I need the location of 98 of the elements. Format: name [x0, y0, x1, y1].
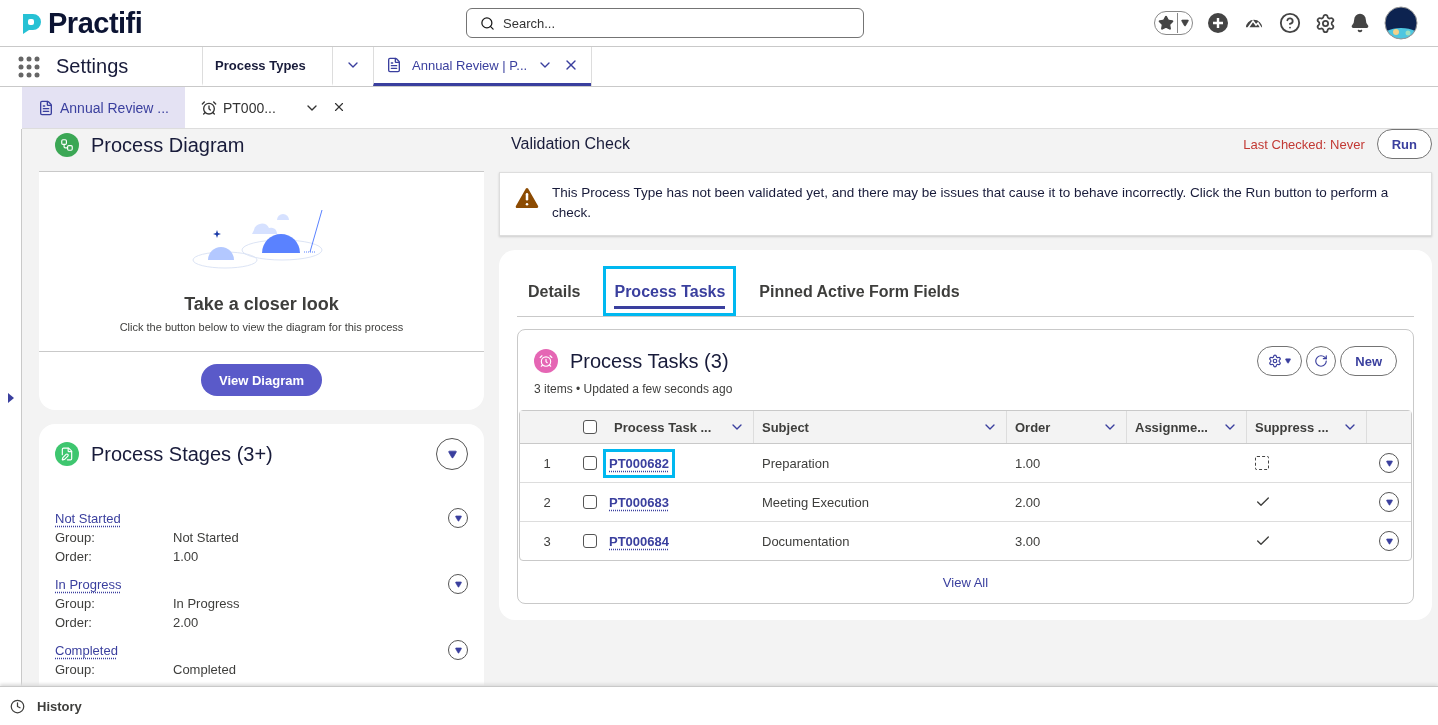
row-actions-button[interactable]: [1379, 531, 1399, 551]
field-label: Group:: [55, 529, 96, 547]
stage-link[interactable]: Completed: [55, 642, 118, 658]
workspace-tab[interactable]: Process Types: [202, 47, 332, 86]
view-diagram-button[interactable]: View Diagram: [201, 364, 322, 396]
card-title: Process Diagram: [91, 133, 245, 157]
field-label: Group:: [55, 661, 96, 679]
settings-menu-button[interactable]: [1257, 346, 1303, 376]
row-actions-button[interactable]: [1379, 492, 1399, 512]
field-value: In Progress: [173, 595, 241, 613]
logo-icon: [20, 11, 44, 35]
column-header[interactable]: Assignme...: [1135, 419, 1208, 435]
logo-text: Practifi: [48, 6, 143, 40]
empty-state-text: Click the button below to view the diagram for this process: [119, 321, 404, 333]
notifications-icon[interactable]: [1350, 13, 1370, 33]
section-title: Validation Check: [511, 135, 630, 153]
table-cell-text: Meeting Execution: [761, 493, 870, 512]
subtab[interactable]: Annual Review ...: [22, 87, 185, 128]
row-number: 2: [542, 493, 552, 512]
card-title: Process Stages (3+): [91, 442, 273, 466]
search-icon: [480, 16, 495, 31]
document-icon: [55, 442, 79, 466]
empty-state-title: Take a closer look: [184, 294, 339, 315]
table-cell-text: 1.00: [1014, 454, 1042, 473]
new-button[interactable]: New: [1340, 346, 1397, 376]
record-tab[interactable]: Process Tasks: [603, 266, 737, 316]
workspace-tab[interactable]: Annual Review | P...: [373, 47, 592, 86]
dropdown-button[interactable]: [448, 574, 468, 594]
field-value: 2.00: [173, 614, 200, 632]
list-title: Process Tasks (3): [570, 349, 729, 373]
dropdown-button[interactable]: [448, 508, 468, 528]
row-number: 1: [542, 454, 552, 473]
column-header[interactable]: Subject: [762, 419, 809, 435]
table-cell-text: 2.00: [1014, 493, 1042, 512]
alarm-clock-icon: [200, 99, 217, 116]
tab-label: Process Types: [215, 57, 306, 73]
document-icon: [386, 57, 402, 73]
caret-down-icon: [447, 449, 457, 459]
row-checkbox[interactable]: [583, 495, 597, 509]
app-name: Settings: [56, 55, 129, 78]
practifi-logo[interactable]: Practifi: [20, 6, 466, 40]
refresh-icon: [1314, 354, 1329, 368]
tab-label: Annual Review | P...: [412, 57, 528, 73]
document-icon: [38, 99, 54, 116]
stage-link[interactable]: Not Started: [55, 510, 121, 526]
select-all-checkbox[interactable]: [583, 420, 597, 434]
column-header[interactable]: Order: [1015, 419, 1051, 435]
history-icon: [10, 698, 25, 714]
field-value: Not Started: [173, 529, 240, 547]
list-meta: 3 items • Updated a few seconds ago: [533, 381, 734, 398]
field-label: Order:: [55, 548, 93, 566]
row-number: 3: [542, 532, 552, 551]
settings-icon: [1268, 354, 1283, 368]
view-all-link[interactable]: View All: [942, 575, 989, 590]
task-link[interactable]: PT000683: [603, 487, 675, 517]
caret-down-icon: [1385, 498, 1393, 506]
help-icon[interactable]: [1279, 12, 1301, 34]
field-label: Group:: [55, 595, 96, 613]
caret-down-icon: [454, 514, 462, 522]
row-actions-button[interactable]: [1379, 453, 1399, 473]
row-checkbox[interactable]: [583, 534, 597, 548]
column-header[interactable]: Suppress ...: [1255, 419, 1329, 435]
column-header[interactable]: Process Task ...: [614, 419, 712, 435]
settings-icon[interactable]: [1315, 12, 1336, 34]
caret-down-icon: [1385, 459, 1393, 467]
stage-link[interactable]: In Progress: [55, 576, 122, 592]
task-link[interactable]: PT000682: [603, 448, 675, 478]
caret-down-icon: [454, 646, 462, 654]
search-field[interactable]: Search...: [466, 8, 864, 38]
avatar[interactable]: [1384, 6, 1418, 40]
subtab[interactable]: PT000...: [184, 87, 362, 128]
table-cell-text: 3.00: [1014, 532, 1042, 551]
row-checkbox[interactable]: [583, 456, 597, 470]
task-link[interactable]: PT000684: [603, 526, 675, 556]
field-value: 1.00: [173, 548, 200, 566]
last-checked-text: Last Checked: Never: [1243, 136, 1365, 152]
record-tab[interactable]: Details: [517, 266, 592, 316]
caret-down-icon: [1385, 537, 1393, 545]
expand-panel-icon[interactable]: [7, 392, 14, 403]
field-label: Order:: [55, 614, 93, 632]
dropdown-button[interactable]: [436, 438, 468, 470]
flow-icon: [55, 133, 79, 157]
record-tab[interactable]: Pinned Active Form Fields: [748, 266, 971, 316]
refresh-button[interactable]: [1306, 346, 1337, 376]
dropdown-button[interactable]: [448, 640, 468, 660]
app-launcher-icon[interactable]: [18, 55, 40, 78]
warning-text: This Process Type has not been validated yet, and there may be issues that cause it to behave incorrectly. Click the Run button to perform a check.: [552, 184, 1390, 222]
caret-down-icon: [1285, 358, 1292, 364]
field-value: Completed: [173, 661, 237, 679]
caret-down-icon: [454, 580, 462, 588]
table-cell-text: Documentation: [761, 532, 851, 551]
table-cell-text: Preparation: [761, 454, 831, 473]
utility-bar-item[interactable]: History: [37, 698, 82, 714]
star-icon: [1158, 15, 1174, 31]
add-icon[interactable]: [1207, 12, 1229, 34]
caret-down-icon: [1181, 19, 1189, 27]
run-button[interactable]: Run: [1376, 129, 1432, 159]
alarm-clock-icon: [534, 349, 558, 373]
